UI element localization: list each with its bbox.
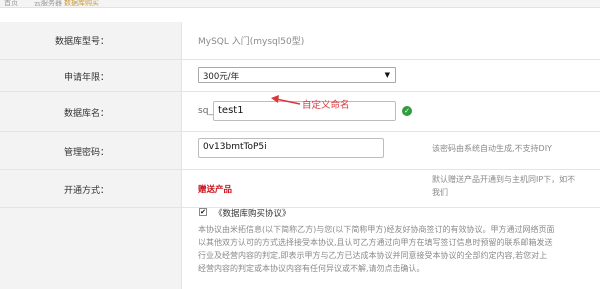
open-method-label: 开通方式： — [63, 186, 109, 196]
agreement-line: 本协议由米拓信息(以下简称乙方)与您(以下简称甲方)经友好协商签订的有效协议。甲… — [198, 225, 555, 234]
breadcrumb-item[interactable]: 首页 — [4, 0, 18, 8]
db-name-input-value: test1 — [218, 105, 244, 116]
term-label: 申请年限： — [63, 73, 109, 83]
annotation-arrow-icon — [271, 95, 301, 105]
dropdown-arrow-icon: ▼ — [384, 71, 390, 79]
term-row: 申请年限： 300元/年 ▼ — [0, 60, 600, 92]
open-method-hint-line1: 默认赠送产品开通到与主机同IP下，如不 — [432, 175, 576, 184]
annotation-text: 自定义命名 — [302, 100, 350, 111]
agreement-line: 行业及经营内容的判定,即表示甲方与乙方已达成本协议并同意接受本协议的全部约定内容… — [198, 251, 548, 260]
agreement-line: 以其他双方认可的方式选择接受本协议,且认可乙方通过向甲方在填写签订信息时预留的联… — [198, 238, 553, 247]
open-method-value: 赠送产品 — [198, 185, 233, 195]
breadcrumb-item[interactable]: 云服务器 — [34, 0, 62, 8]
agreement-title-link[interactable]: 《数据库购买协议》 — [214, 207, 291, 219]
db-model-value: MySQL 入门(mysql50型) — [198, 37, 305, 47]
password-row: 管理密码： 0v13bmtToP5i 该密码由系统自动生成,不支持DIY — [0, 132, 600, 170]
agreement-line: 经营内容的判定或本协议内容有任何异议或不解,请勿点击确认。 — [198, 264, 425, 273]
term-select[interactable]: 300元/年 ▼ — [198, 67, 396, 83]
open-method-hint-line2: 我们 — [432, 188, 448, 197]
breadcrumb-current: 数据库购买 — [64, 0, 99, 7]
db-model-label: 数据库型号： — [54, 37, 109, 47]
check-ok-icon: ✓ — [402, 106, 412, 116]
db-name-prefix: sq_ — [198, 106, 213, 116]
term-select-value: 300元/年 — [203, 72, 240, 82]
db-name-label: 数据库名： — [63, 109, 109, 119]
db-model-row: 数据库型号： MySQL 入门(mysql50型) — [0, 22, 600, 60]
password-input-value: 0v13bmtToP5i — [203, 142, 267, 152]
password-label: 管理密码： — [63, 148, 109, 158]
password-hint: 该密码由系统自动生成,不支持DIY — [432, 144, 552, 153]
agreement-text: 本协议由米拓信息(以下简称乙方)与您(以下简称甲方)经友好协商签订的有效协议。甲… — [198, 223, 600, 285]
breadcrumb: 首页 云服务器 数据库购买 — [0, 0, 600, 8]
agreement-checkbox[interactable]: ✔ — [199, 208, 207, 216]
password-input[interactable]: 0v13bmtToP5i — [198, 138, 384, 158]
open-method-row: 开通方式： 赠送产品 默认赠送产品开通到与主机同IP下，如不 我们 — [0, 170, 600, 208]
